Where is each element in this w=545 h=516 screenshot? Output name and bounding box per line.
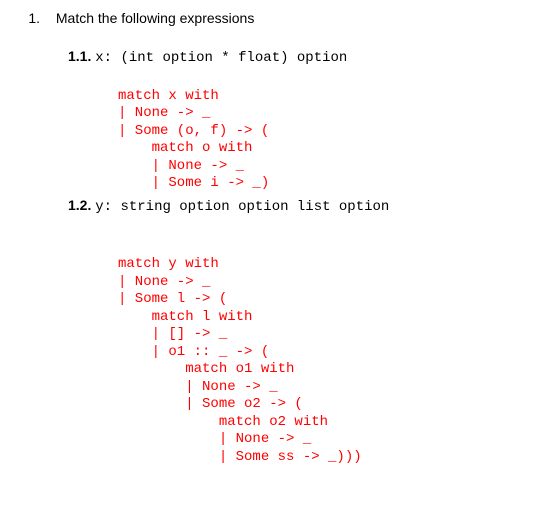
declaration-var: x:: [95, 50, 112, 66]
code-block-1-1: match x with | None -> _ | Some (o, f) -…: [118, 88, 535, 193]
question-number: 1.: [10, 10, 52, 26]
subpart-1-2: 1.2. y: string option option list option: [68, 197, 535, 217]
declaration-var: y:: [95, 199, 112, 215]
question-heading: 1. Match the following expressions: [10, 10, 535, 26]
code-block-1-2: match y with | None -> _ | Some l -> ( m…: [118, 256, 535, 466]
subpart-label: 1.1.: [68, 48, 91, 64]
declaration-type: (int option * float) option: [112, 50, 347, 66]
subpart-1-1: 1.1. x: (int option * float) option: [68, 48, 535, 68]
question-title: Match the following expressions: [56, 10, 254, 26]
subpart-label: 1.2.: [68, 197, 91, 213]
document-page: 1. Match the following expressions 1.1. …: [0, 0, 545, 480]
declaration-type: string option option list option: [112, 199, 389, 215]
